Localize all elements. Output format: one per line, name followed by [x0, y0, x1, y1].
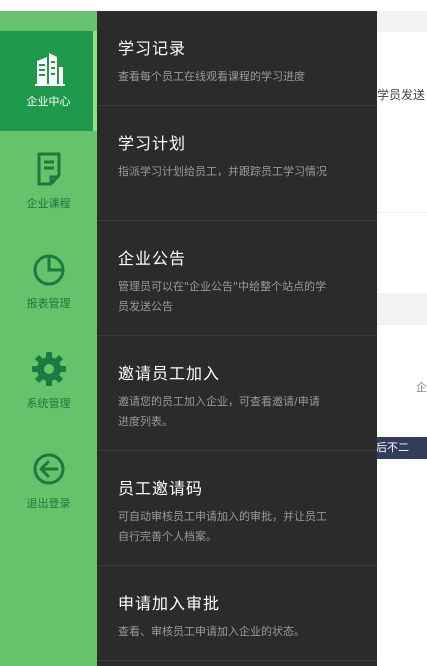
- rail-item-system[interactable]: 系统管理: [0, 331, 97, 431]
- logout-arrow-icon: [33, 453, 64, 485]
- menu-item-title: 学习计划: [118, 134, 187, 153]
- menu-item-description: 查看每个员工在线观看课程的学习进度: [118, 70, 305, 83]
- background-text: 企: [416, 381, 427, 394]
- rail-item-logout[interactable]: 退出登录: [0, 431, 97, 531]
- document-icon: [37, 152, 60, 186]
- rail-item-label: 系统管理: [26, 397, 71, 410]
- menu-item-study-records[interactable]: 学习记录 查看每个员工在线观看课程的学习进度: [97, 11, 377, 106]
- rail-item-label: 退出登录: [26, 497, 71, 510]
- menu-item-invite-code[interactable]: 员工邀请码 可自动审核员工申请加入的审批，并让员工自行完善个人档案。: [97, 451, 377, 566]
- building-icon: [34, 53, 65, 86]
- rail-item-label: 企业课程: [26, 197, 71, 210]
- category-rail: 企业中心 企业课程 报表管理 系统管理 退出登录: [0, 11, 97, 666]
- rail-item-reports[interactable]: 报表管理: [0, 231, 97, 331]
- menu-item-join-approval[interactable]: 申请加入审批 查看、审核员工申请加入企业的状态。: [97, 566, 377, 661]
- background-topbar: [0, 0, 427, 11]
- rail-item-enterprise-courses[interactable]: 企业课程: [0, 131, 97, 231]
- background-card: [377, 325, 427, 666]
- navigation-drawer: 企业中心 企业课程 报表管理 系统管理 退出登录 学习记录 查看每个员工在线观看…: [0, 11, 377, 666]
- menu-item-description: 可自动审核员工申请加入的审批，并让员工自行完善个人档案。: [118, 510, 327, 543]
- menu-item-announcements[interactable]: 企业公告 管理员可以在"企业公告"中给整个站点的学员发送公告: [97, 221, 377, 336]
- background-card: [377, 213, 427, 293]
- menu-item-invite-employees[interactable]: 邀请员工加入 邀请您的员工加入企业，可查看邀请/申请进度列表。: [97, 336, 377, 451]
- menu-item-study-plan[interactable]: 学习计划 指派学习计划给员工，并跟踪员工学习情况: [97, 106, 377, 221]
- rail-item-label: 企业中心: [26, 95, 71, 108]
- background-badge: 后不二: [372, 437, 427, 459]
- submenu-panel: 学习记录 查看每个员工在线观看课程的学习进度 学习计划 指派学习计划给员工，并跟…: [97, 11, 377, 666]
- menu-item-title: 学习记录: [118, 39, 187, 58]
- background-card: [377, 32, 427, 212]
- menu-item-description: 管理员可以在"企业公告"中给整个站点的学员发送公告: [118, 280, 327, 313]
- pie-chart-icon: [33, 254, 64, 286]
- menu-item-title: 申请加入审批: [118, 594, 221, 613]
- menu-item-description: 查看、审核员工申请加入企业的状态。: [118, 625, 305, 638]
- rail-item-label: 报表管理: [26, 297, 71, 310]
- gear-icon: [31, 352, 66, 386]
- menu-item-title: 员工邀请码: [118, 479, 204, 498]
- menu-item-title: 邀请员工加入: [118, 364, 221, 383]
- rail-item-enterprise-center[interactable]: 企业中心: [0, 31, 97, 131]
- menu-item-description: 邀请您的员工加入企业，可查看邀请/申请进度列表。: [118, 395, 320, 428]
- background-text: 学员发送: [377, 88, 426, 102]
- menu-item-description: 指派学习计划给员工，并跟踪员工学习情况: [118, 165, 327, 178]
- menu-item-title: 企业公告: [118, 249, 187, 268]
